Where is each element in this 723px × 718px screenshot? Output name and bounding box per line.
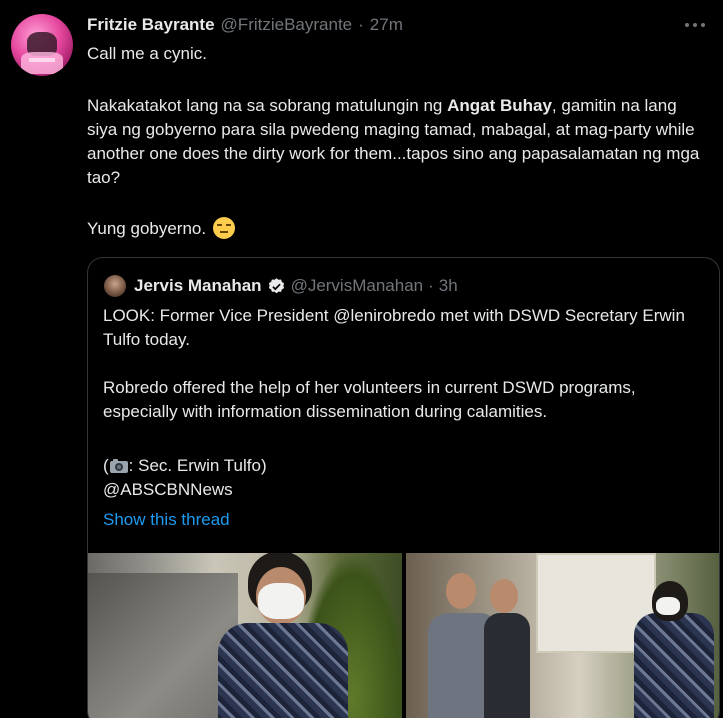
quoted-tweet-timestamp[interactable]: 3h — [439, 276, 458, 296]
quoted-text-line2: Robredo offered the help of her voluntee… — [103, 378, 636, 421]
photo2-person1-face — [446, 573, 476, 609]
more-horizontal-icon[interactable] — [685, 20, 709, 30]
tweet-text-line1: Call me a cynic. — [87, 44, 207, 63]
author-name[interactable]: Fritzie Bayrante — [87, 15, 215, 35]
quoted-text-credit: (: Sec. Erwin Tulfo) — [103, 454, 703, 478]
quoted-photo-1[interactable] — [88, 553, 402, 718]
tweet-text-bold: Angat Buhay — [447, 96, 552, 115]
photo2-person3 — [634, 613, 714, 718]
photo2-person2 — [484, 613, 530, 718]
photo2-person2-face — [490, 579, 518, 613]
quoted-tweet[interactable]: Jervis Manahan @JervisManahan · 3h LOOK:… — [87, 257, 720, 718]
tweet[interactable]: Fritzie Bayrante @FritzieBayrante · 27m … — [0, 0, 723, 718]
quoted-author-avatar[interactable] — [104, 275, 126, 297]
unamused-face-emoji-icon — [212, 217, 235, 239]
quoted-author-name[interactable]: Jervis Manahan — [134, 276, 262, 296]
tweet-timestamp[interactable]: 27m — [370, 15, 403, 35]
quoted-tweet-header: Jervis Manahan @JervisManahan · 3h — [134, 274, 458, 298]
credit-text: : Sec. Erwin Tulfo) — [128, 456, 267, 475]
camera-emoji-icon — [109, 459, 128, 473]
quoted-mention[interactable]: @ABSCBNNews — [103, 478, 703, 502]
quoted-header-separator: · — [428, 276, 434, 295]
author-avatar[interactable] — [11, 14, 73, 76]
header-separator: · — [358, 15, 364, 34]
photo1-foreground-jacket — [88, 573, 238, 718]
tweet-text-paragraph: Nakakatakot lang na sa sobrang matulungi… — [87, 94, 707, 190]
tweet-text-closing: Yung gobyerno. — [87, 217, 707, 241]
photo2-person3-mask — [656, 597, 680, 615]
quoted-author-handle[interactable]: @JervisManahan — [291, 276, 424, 296]
tweet-text-before-bold: Nakakatakot lang na sa sobrang matulungi… — [87, 96, 448, 115]
verified-badge-icon — [268, 277, 284, 293]
photo1-mask — [258, 583, 304, 619]
photo1-dress — [218, 623, 348, 718]
tweet-closing-text: Yung gobyerno. — [87, 219, 207, 238]
quoted-text-line1: LOOK: Former Vice President @lenirobredo… — [103, 306, 685, 349]
show-thread-link[interactable]: Show this thread — [103, 510, 230, 530]
tweet-header: Fritzie Bayrante @FritzieBayrante · 27m — [87, 14, 403, 36]
quoted-photo-2[interactable] — [406, 553, 719, 718]
author-handle[interactable]: @FritzieBayrante — [221, 15, 353, 35]
